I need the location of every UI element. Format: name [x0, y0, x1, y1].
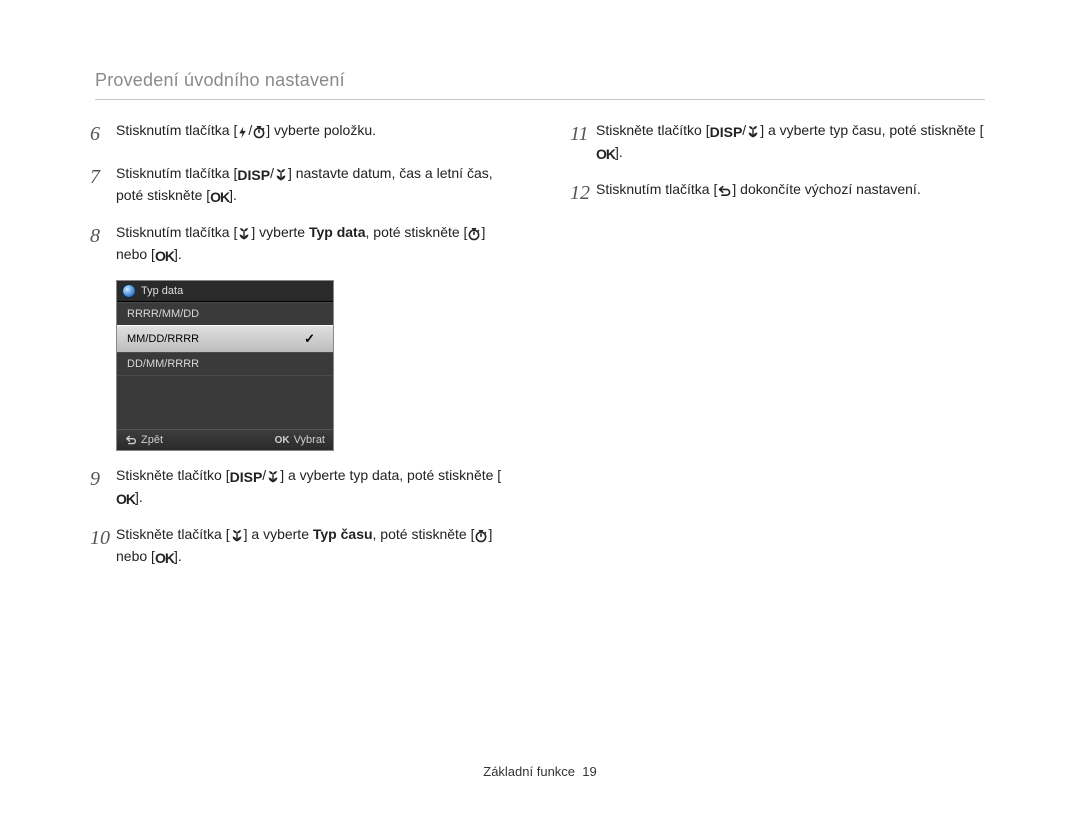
- step-text: Stisknutím tlačítka [/] vyberte položku.: [116, 120, 376, 149]
- timer-icon: [252, 122, 266, 142]
- step-number: 10: [90, 524, 116, 569]
- page-title: Provedení úvodního nastavení: [95, 70, 985, 100]
- timer-icon: [467, 224, 481, 244]
- right-column: 11 Stiskněte tlačítko [DISP/] a vyberte …: [570, 120, 990, 222]
- check-icon: ✓: [304, 331, 315, 347]
- back-icon: [717, 181, 732, 201]
- menu-option-selected[interactable]: MM/DD/RRRR ✓: [117, 325, 333, 352]
- macro-icon: [746, 122, 760, 142]
- step-number: 9: [90, 465, 116, 510]
- bold-typ-casu: Typ času: [313, 526, 373, 542]
- step-number: 8: [90, 222, 116, 267]
- macro-icon: [237, 224, 251, 244]
- menu-title-icon: [123, 285, 135, 297]
- footer-page: 19: [582, 764, 596, 779]
- step-9: 9 Stiskněte tlačítko [DISP/] a vyberte t…: [90, 465, 520, 510]
- step-6: 6 Stisknutím tlačítka [/] vyberte položk…: [90, 120, 520, 149]
- menu-title: Typ data: [141, 285, 183, 297]
- footer-section: Základní funkce: [483, 764, 575, 779]
- step-text: Stiskněte tlačítko [DISP/] a vyberte typ…: [116, 465, 520, 510]
- menu-spacer: [117, 375, 333, 429]
- menu-option[interactable]: RRRR/MM/DD: [117, 302, 333, 325]
- step-number: 11: [570, 120, 596, 165]
- step-12: 12 Stisknutím tlačítka [] dokončíte vých…: [570, 179, 990, 208]
- macro-icon: [274, 165, 288, 185]
- menu-option[interactable]: DD/MM/RRRR: [117, 352, 333, 375]
- manual-page: Provedení úvodního nastavení 6 Stisknutí…: [0, 0, 1080, 815]
- step-8: 8 Stisknutím tlačítka [] vyberte Typ dat…: [90, 222, 520, 267]
- menu-titlebar: Typ data: [117, 281, 333, 302]
- step-7: 7 Stisknutím tlačítka [DISP/] nastavte d…: [90, 163, 520, 208]
- step-number: 12: [570, 179, 596, 208]
- step-text: Stiskněte tlačítka [] a vyberte Typ času…: [116, 524, 520, 569]
- timer-icon: [474, 526, 488, 546]
- step-text: Stiskněte tlačítko [DISP/] a vyberte typ…: [596, 120, 990, 165]
- macro-icon: [230, 526, 244, 546]
- step-number: 7: [90, 163, 116, 208]
- menu-back[interactable]: Zpět: [125, 434, 163, 446]
- bold-typ-data: Typ data: [309, 224, 366, 240]
- left-column: 6 Stisknutím tlačítka [/] vyberte položk…: [90, 120, 520, 582]
- step-text: Stisknutím tlačítka [] vyberte Typ data,…: [116, 222, 520, 267]
- flash-icon: [237, 122, 248, 142]
- ok-icon: OK: [155, 246, 174, 266]
- step-11: 11 Stiskněte tlačítko [DISP/] a vyberte …: [570, 120, 990, 165]
- step-text: Stisknutím tlačítka [DISP/] nastavte dat…: [116, 163, 520, 208]
- step-number: 6: [90, 120, 116, 149]
- ok-icon: OK: [155, 548, 174, 568]
- menu-footer: Zpět OKVybrat: [117, 429, 333, 450]
- step-10: 10 Stiskněte tlačítka [] a vyberte Typ č…: [90, 524, 520, 569]
- page-footer: Základní funkce 19: [0, 764, 1080, 779]
- ok-icon: OK: [596, 144, 615, 164]
- ok-icon: OK: [116, 489, 135, 509]
- date-type-menu-screenshot: Typ data RRRR/MM/DD MM/DD/RRRR ✓ DD/MM/R…: [116, 280, 520, 451]
- disp-icon: DISP: [710, 122, 743, 142]
- menu-option-label: MM/DD/RRRR: [127, 333, 199, 345]
- disp-icon: DISP: [237, 165, 270, 185]
- ok-icon: OK: [210, 187, 229, 207]
- disp-icon: DISP: [230, 467, 263, 487]
- camera-menu: Typ data RRRR/MM/DD MM/DD/RRRR ✓ DD/MM/R…: [116, 280, 334, 451]
- macro-icon: [266, 467, 280, 487]
- step-text: Stisknutím tlačítka [] dokončíte výchozí…: [596, 179, 921, 208]
- menu-select[interactable]: OKVybrat: [275, 434, 325, 446]
